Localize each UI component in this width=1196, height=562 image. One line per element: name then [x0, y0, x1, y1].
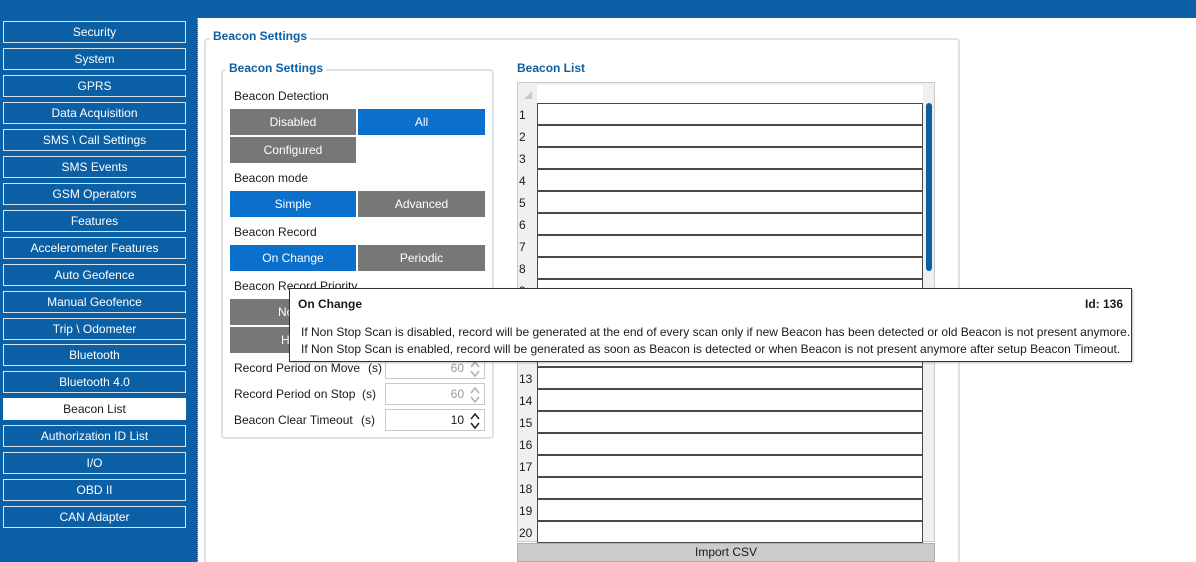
- tooltip-id: Id: 136: [1084, 297, 1123, 311]
- beacon-row-cell[interactable]: [537, 499, 923, 521]
- beacon-row-cell[interactable]: [537, 257, 923, 279]
- settings-group-title: Beacon Settings: [226, 61, 327, 75]
- tooltip-title: On Change: [298, 297, 363, 311]
- sidebar-item-system[interactable]: System: [3, 48, 186, 70]
- sidebar-item-gprs[interactable]: GPRS: [3, 75, 186, 97]
- record-periodic-button[interactable]: Periodic: [358, 245, 485, 271]
- mode-advanced-button[interactable]: Advanced: [358, 191, 485, 217]
- row-number: 19: [519, 504, 533, 518]
- spin-down-icon[interactable]: [470, 369, 480, 378]
- tooltip-line-1: If Non Stop Scan is disabled, record wil…: [301, 325, 1131, 339]
- beacon-row-cell[interactable]: [537, 169, 923, 191]
- beacon-row-cell[interactable]: [537, 367, 923, 389]
- sidebar: Security System GPRS Data Acquisition SM…: [0, 0, 192, 562]
- beacon-list-title: Beacon List: [514, 61, 589, 75]
- beacon-row-cell[interactable]: [537, 433, 923, 455]
- import-csv-button[interactable]: Import CSV: [517, 543, 935, 562]
- row-number: 17: [519, 460, 533, 474]
- beacon-row-cell[interactable]: [537, 455, 923, 477]
- sidebar-item-accelerometer-features[interactable]: Accelerometer Features: [3, 237, 186, 259]
- sidebar-item-bluetooth-4[interactable]: Bluetooth 4.0: [3, 371, 186, 393]
- sidebar-item-obd-ii[interactable]: OBD II: [3, 479, 186, 501]
- beacon-clear-timeout-unit: (s): [361, 413, 375, 427]
- row-number: 16: [519, 438, 533, 452]
- sidebar-item-io[interactable]: I/O: [3, 452, 186, 474]
- sidebar-item-features[interactable]: Features: [3, 210, 186, 232]
- tooltip-line-2: If Non Stop Scan is enabled, record will…: [301, 342, 1121, 356]
- detection-configured-button[interactable]: Configured: [230, 137, 356, 163]
- row-number: 18: [519, 482, 533, 496]
- sidebar-item-sms-call-settings[interactable]: SMS \ Call Settings: [3, 129, 186, 151]
- content-divider: [192, 18, 198, 562]
- beacon-row-cell[interactable]: [537, 521, 923, 543]
- beacon-clear-timeout-label: Beacon Clear Timeout: [234, 413, 353, 427]
- beacon-row-cell[interactable]: [537, 125, 923, 147]
- row-number: 4: [519, 174, 526, 188]
- row-number: 2: [519, 130, 526, 144]
- sidebar-item-auto-geofence[interactable]: Auto Geofence: [3, 264, 186, 286]
- row-number: 8: [519, 262, 526, 276]
- spin-up-icon[interactable]: [470, 412, 480, 421]
- mode-simple-button[interactable]: Simple: [230, 191, 356, 217]
- spin-up-icon[interactable]: [470, 386, 480, 395]
- sidebar-item-beacon-list[interactable]: Beacon List: [3, 398, 186, 420]
- record-period-move-label: Record Period on Move: [234, 361, 361, 375]
- grid-header: [537, 85, 923, 103]
- beacon-row-cell[interactable]: [537, 477, 923, 499]
- beacon-row-cell[interactable]: [537, 103, 923, 125]
- sidebar-item-can-adapter[interactable]: CAN Adapter: [3, 506, 186, 528]
- detection-all-button[interactable]: All: [358, 109, 485, 135]
- sidebar-item-manual-geofence[interactable]: Manual Geofence: [3, 291, 186, 313]
- scroll-thumb[interactable]: [926, 103, 932, 271]
- record-period-stop-value: 60: [450, 387, 464, 401]
- beacon-row-cell[interactable]: [537, 235, 923, 257]
- beacon-row-cell[interactable]: [537, 147, 923, 169]
- select-all-corner-icon[interactable]: [524, 91, 532, 99]
- sidebar-item-security[interactable]: Security: [3, 21, 186, 43]
- beacon-clear-timeout-value: 10: [450, 413, 464, 427]
- beacon-mode-label: Beacon mode: [234, 171, 309, 185]
- beacon-row-cell[interactable]: [537, 389, 923, 411]
- detection-disabled-button[interactable]: Disabled: [230, 109, 356, 135]
- beacon-row-cell[interactable]: [537, 191, 923, 213]
- sidebar-item-sms-events[interactable]: SMS Events: [3, 156, 186, 178]
- sidebar-item-bluetooth[interactable]: Bluetooth: [3, 344, 186, 366]
- top-bar: [192, 0, 1196, 18]
- beacon-detection-label: Beacon Detection: [234, 89, 329, 103]
- tooltip: On Change Id: 136 If Non Stop Scan is di…: [289, 288, 1132, 362]
- outer-group-title: Beacon Settings: [210, 29, 311, 43]
- row-number: 7: [519, 240, 526, 254]
- sidebar-item-gsm-operators[interactable]: GSM Operators: [3, 183, 186, 205]
- row-number: 13: [519, 372, 533, 386]
- row-number: 6: [519, 218, 526, 232]
- row-number: 1: [519, 108, 526, 122]
- beacon-row-cell[interactable]: [537, 411, 923, 433]
- sidebar-item-trip-odometer[interactable]: Trip \ Odometer: [3, 318, 186, 340]
- beacon-row-cell[interactable]: [537, 213, 923, 235]
- row-number: 3: [519, 152, 526, 166]
- record-period-stop-stepper[interactable]: 60: [385, 383, 485, 405]
- row-number: 14: [519, 394, 533, 408]
- beacon-clear-timeout-stepper[interactable]: 10: [385, 409, 485, 431]
- row-number: 20: [519, 526, 533, 540]
- record-period-move-value: 60: [450, 361, 464, 375]
- record-period-move-unit: (s): [368, 361, 382, 375]
- record-on-change-button[interactable]: On Change: [230, 245, 356, 271]
- spin-down-icon[interactable]: [470, 395, 480, 404]
- sidebar-item-data-acquisition[interactable]: Data Acquisition: [3, 102, 186, 124]
- beacon-record-label: Beacon Record: [234, 225, 317, 239]
- spin-down-icon[interactable]: [470, 421, 480, 430]
- record-period-stop-label: Record Period on Stop: [234, 387, 356, 401]
- sidebar-item-authorization-id-list[interactable]: Authorization ID List: [3, 425, 186, 447]
- row-number: 15: [519, 416, 533, 430]
- record-period-stop-unit: (s): [362, 387, 376, 401]
- row-number: 5: [519, 196, 526, 210]
